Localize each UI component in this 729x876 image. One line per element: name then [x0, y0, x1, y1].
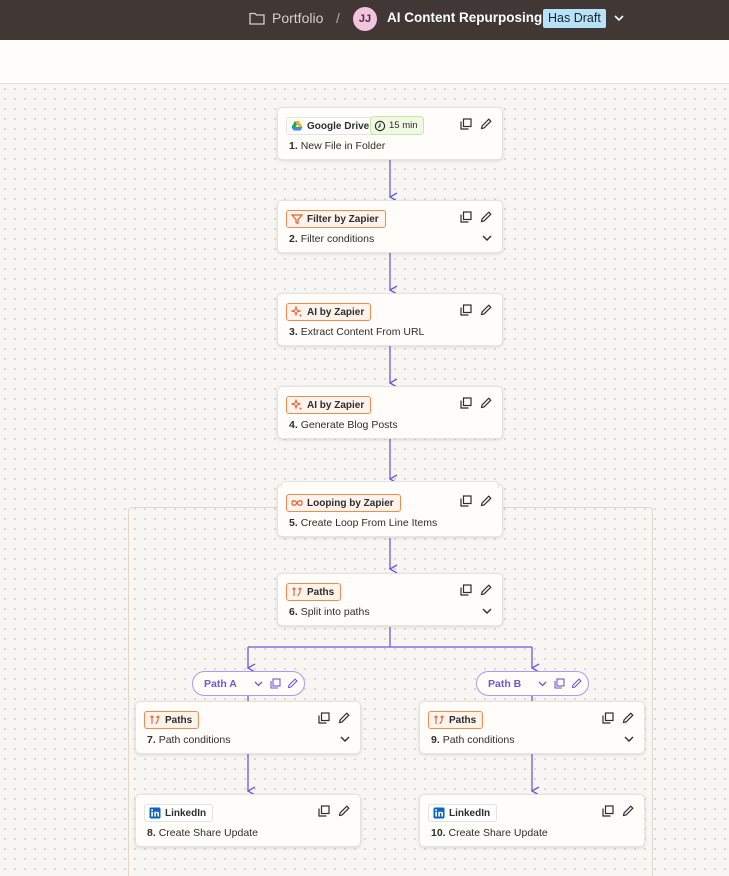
- edit-pencil-icon[interactable]: [621, 711, 635, 725]
- app-chip-linkedin: LinkedIn: [144, 804, 214, 822]
- chevron-down-icon[interactable]: [623, 734, 635, 744]
- copy-icon[interactable]: [317, 804, 331, 818]
- app-chip-paths: Paths: [286, 583, 342, 601]
- path-label: Path B: [488, 678, 522, 690]
- chevron-down-icon[interactable]: [252, 677, 265, 690]
- paths-icon: [434, 715, 444, 725]
- app-name: LinkedIn: [449, 807, 491, 819]
- step-card-9[interactable]: Paths 9. Path conditions: [419, 701, 645, 754]
- step-card-3[interactable]: AI by Zapier 3. Extract Content From URL: [277, 293, 503, 346]
- ai-sparkle-icon: [291, 306, 302, 317]
- chevron-down-icon[interactable]: [339, 734, 351, 744]
- app-chip-ai: AI by Zapier: [286, 303, 372, 321]
- linkedin-icon: [149, 807, 161, 819]
- duration-label: 15 min: [389, 120, 418, 131]
- clock-icon: [374, 120, 386, 131]
- step-title: 10. Create Share Update: [431, 827, 548, 839]
- app-chip-ai: AI by Zapier: [286, 396, 372, 414]
- app-name: Google Drive: [307, 120, 370, 132]
- step-title: 1. New File in Folder: [289, 140, 386, 152]
- edit-pencil-icon[interactable]: [479, 583, 493, 597]
- step-title: 8. Create Share Update: [147, 827, 258, 839]
- step-card-8[interactable]: LinkedIn 8. Create Share Update: [135, 794, 361, 847]
- paths-icon: [292, 587, 302, 597]
- edit-pencil-icon[interactable]: [621, 804, 635, 818]
- filter-icon: [291, 214, 303, 225]
- copy-icon[interactable]: [269, 677, 282, 690]
- step-card-7[interactable]: Paths 7. Path conditions: [135, 701, 361, 754]
- copy-icon[interactable]: [459, 117, 473, 131]
- copy-icon[interactable]: [459, 583, 473, 597]
- edit-pencil-icon[interactable]: [337, 711, 351, 725]
- app-name: Looping by Zapier: [307, 497, 394, 509]
- google-drive-icon: [291, 121, 303, 131]
- app-chip-looping: Looping by Zapier: [286, 494, 401, 512]
- chevron-down-icon[interactable]: [481, 606, 493, 616]
- app-name: Paths: [165, 714, 193, 726]
- app-chip-paths: Paths: [144, 711, 200, 729]
- linkedin-icon: [433, 807, 445, 819]
- step-title: 7. Path conditions: [147, 734, 231, 746]
- edit-pencil-icon[interactable]: [479, 494, 493, 508]
- app-name: AI by Zapier: [307, 306, 365, 318]
- step-card-5[interactable]: Looping by Zapier 5. Create Loop From Li…: [277, 481, 503, 537]
- chevron-down-icon[interactable]: [536, 677, 549, 690]
- copy-icon[interactable]: [553, 677, 566, 690]
- loop-icon: [291, 500, 303, 506]
- step-card-6[interactable]: Paths 6. Split into paths: [277, 573, 503, 626]
- edit-pencil-icon[interactable]: [337, 804, 351, 818]
- copy-icon[interactable]: [601, 711, 615, 725]
- copy-icon[interactable]: [317, 711, 331, 725]
- step-title: 9. Path conditions: [431, 734, 515, 746]
- step-card-4[interactable]: AI by Zapier 4. Generate Blog Posts: [277, 386, 503, 439]
- copy-icon[interactable]: [459, 396, 473, 410]
- copy-icon[interactable]: [601, 804, 615, 818]
- step-title: 4. Generate Blog Posts: [289, 419, 398, 431]
- chevron-down-icon[interactable]: [481, 233, 493, 243]
- app-name: Filter by Zapier: [307, 213, 379, 225]
- path-label: Path A: [204, 678, 237, 690]
- edit-pencil-icon[interactable]: [479, 117, 493, 131]
- app-chip-filter: Filter by Zapier: [286, 210, 386, 228]
- paths-icon: [150, 715, 160, 725]
- copy-icon[interactable]: [459, 210, 473, 224]
- edit-pencil-icon[interactable]: [479, 303, 493, 317]
- path-b-pill[interactable]: Path B: [476, 671, 589, 696]
- step-title: 2. Filter conditions: [289, 233, 375, 245]
- duration-badge: 15 min: [370, 116, 424, 135]
- edit-pencil-icon[interactable]: [570, 677, 583, 690]
- edit-pencil-icon[interactable]: [479, 396, 493, 410]
- app-name: LinkedIn: [165, 807, 207, 819]
- app-name: Paths: [449, 714, 477, 726]
- step-title: 3. Extract Content From URL: [289, 326, 425, 338]
- app-chip-linkedin: LinkedIn: [428, 804, 498, 822]
- edit-pencil-icon[interactable]: [479, 210, 493, 224]
- ai-sparkle-icon: [291, 399, 302, 410]
- app-chip-google-drive: Google Drive: [286, 117, 377, 135]
- edit-pencil-icon[interactable]: [286, 677, 299, 690]
- step-card-1[interactable]: Google Drive 15 min 1. New File in Folde…: [277, 107, 503, 160]
- path-a-pill[interactable]: Path A: [192, 671, 305, 696]
- step-title: 5. Create Loop From Line Items: [289, 517, 438, 529]
- app-name: AI by Zapier: [307, 399, 365, 411]
- step-title: 6. Split into paths: [289, 606, 370, 618]
- app-chip-paths: Paths: [428, 711, 484, 729]
- step-card-10[interactable]: LinkedIn 10. Create Share Update: [419, 794, 645, 847]
- copy-icon[interactable]: [459, 303, 473, 317]
- app-name: Paths: [307, 586, 335, 598]
- copy-icon[interactable]: [459, 494, 473, 508]
- step-card-2[interactable]: Filter by Zapier 2. Filter conditions: [277, 200, 503, 253]
